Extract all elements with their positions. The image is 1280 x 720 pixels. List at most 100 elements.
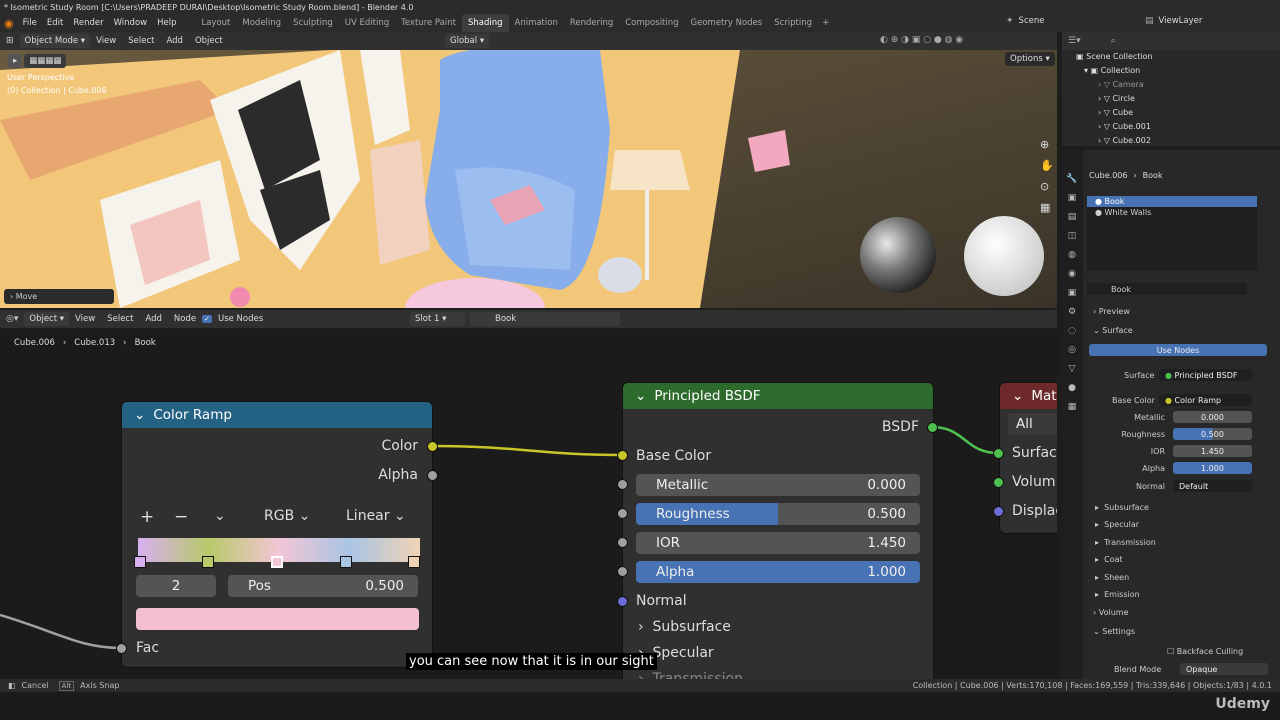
outliner-search-icon[interactable]: ⌕ — [1111, 36, 1116, 46]
ramp-stop-3[interactable] — [340, 556, 352, 568]
section-coat[interactable]: ▸ Coat — [1095, 551, 1156, 568]
tab-animation[interactable]: Animation — [509, 14, 564, 32]
prop-roughness-field[interactable]: 0.500 — [1173, 428, 1252, 440]
principled-bsdf-node[interactable]: ⌄ Principled BSDF BSDF Base Color Metall… — [623, 383, 933, 679]
blender-logo-icon[interactable]: ◉ — [0, 17, 18, 30]
alpha-output-socket[interactable] — [427, 470, 438, 481]
add-workspace-icon[interactable]: + — [818, 18, 834, 28]
viewlayer-selector[interactable]: ▤ ViewLayer — [1145, 16, 1202, 26]
orientation-dropdown[interactable]: Global ▾ — [445, 34, 490, 48]
ramp-menu-chevron-icon[interactable]: ⌄ — [214, 508, 226, 524]
ne-menu-node[interactable]: Node — [168, 314, 202, 324]
roughness-field[interactable]: Roughness 0.500 — [636, 503, 920, 525]
material-selector[interactable]: Book — [470, 312, 620, 326]
color-ramp-node[interactable]: ⌄ Color Ramp Color Alpha + − ⌄ RGB ⌄ Lin… — [122, 402, 432, 667]
tab-layout[interactable]: Layout — [195, 14, 236, 32]
material-slot-item[interactable]: ● Book — [1087, 196, 1257, 207]
stop-color-swatch[interactable] — [136, 608, 419, 630]
metallic-field[interactable]: Metallic 0.000 — [636, 474, 920, 496]
fac-input-socket[interactable] — [116, 643, 127, 654]
section-transmission[interactable]: ▸ Transmission — [1095, 534, 1156, 551]
vp-menu-object[interactable]: Object — [189, 36, 229, 46]
section-sheen[interactable]: ▸ Sheen — [1095, 569, 1156, 586]
menu-render[interactable]: Render — [68, 18, 108, 28]
outliner-row[interactable]: › ▽ Camera — [1076, 78, 1280, 92]
tab-sculpting[interactable]: Sculpting — [287, 14, 339, 32]
ramp-stop-4[interactable] — [408, 556, 420, 568]
backface-culling-checkbox[interactable]: ☐ Backface Culling — [1167, 647, 1243, 656]
node-editor[interactable]: Cube.006 › Cube.013 › Book ⌄ Color Ramp Co… — [0, 333, 1057, 679]
nav-gizmo-icons[interactable]: ⊕ ✋ ⊙ ▦ — [1040, 134, 1054, 218]
tab-rendering[interactable]: Rendering — [564, 14, 619, 32]
position-field[interactable]: Pos 0.500 — [228, 575, 418, 597]
outliner-type-icon[interactable]: ☰▾ — [1068, 36, 1081, 46]
vp-menu-view[interactable]: View — [90, 36, 122, 46]
metallic-socket[interactable] — [617, 479, 628, 490]
properties-tabs[interactable]: 🔧 ▣ ▤ ◫ ◍ ◉ ▣ ⚙ ◌ ◎ ▽ ● ▦ — [1062, 150, 1082, 680]
tab-shading[interactable]: Shading — [461, 14, 509, 32]
bsdf-header[interactable]: ⌄ Principled BSDF — [623, 383, 933, 409]
tab-uv-editing[interactable]: UV Editing — [339, 14, 395, 32]
ramp-stops[interactable] — [134, 550, 424, 568]
ne-menu-select[interactable]: Select — [101, 314, 139, 324]
outliner[interactable]: ☰▾ ⌕ ▣ Scene Collection ▾ ▣ Collection ›… — [1062, 32, 1280, 146]
color-output-socket[interactable] — [427, 441, 438, 452]
blend-mode-dropdown[interactable]: Opaque — [1180, 663, 1268, 675]
ne-menu-view[interactable]: View — [69, 314, 101, 324]
use-nodes-checkbox[interactable]: ✓ — [202, 315, 212, 323]
prop-metallic-field[interactable]: 0.000 — [1173, 411, 1252, 423]
menu-file[interactable]: File — [18, 18, 42, 28]
active-stop-index-field[interactable]: 2 — [136, 575, 216, 597]
3d-viewport[interactable]: ▸ ▦▦▦▦ User Perspective (0) Collection |… — [0, 50, 1057, 308]
prop-alpha-field[interactable]: 1.000 — [1173, 462, 1252, 474]
alpha-socket[interactable] — [617, 566, 628, 577]
add-stop-button[interactable]: + — [140, 507, 154, 527]
volume-socket[interactable] — [993, 477, 1004, 488]
use-nodes-button[interactable]: Use Nodes — [1089, 344, 1267, 356]
color-mode-dropdown[interactable]: RGB ⌄ — [264, 508, 310, 524]
bsdf-output-socket[interactable] — [927, 422, 938, 433]
ne-menu-add[interactable]: Add — [139, 314, 167, 324]
color-ramp-header[interactable]: ⌄ Color Ramp — [122, 402, 432, 428]
shading-modes-icon[interactable]: ◐ ⊕ ◑ ▣ ○ ● ◍ ◉ — [880, 35, 963, 45]
tab-compositing[interactable]: Compositing — [619, 14, 684, 32]
transmission-panel[interactable]: › Transmission — [638, 671, 743, 679]
scene-collection-row[interactable]: ▣ Scene Collection — [1076, 50, 1280, 64]
prop-ior-field[interactable]: 1.450 — [1173, 445, 1252, 457]
editor-type-icon[interactable]: ⊞ — [0, 36, 20, 46]
tab-texture-paint[interactable]: Texture Paint — [395, 14, 462, 32]
displacement-socket[interactable] — [993, 506, 1004, 517]
settings-panel[interactable]: ⌄ Settings — [1093, 627, 1135, 636]
properties-panel[interactable]: Cube.006 › Book ● Book ● White Walls Book … — [1083, 150, 1280, 680]
ior-socket[interactable] — [617, 537, 628, 548]
select-tools[interactable]: ▸ ▦▦▦▦ — [8, 54, 67, 68]
node-editor-type-icon[interactable]: ◎▾ — [0, 314, 24, 324]
material-slot-list[interactable]: ● Book ● White Walls — [1087, 196, 1257, 271]
alpha-field[interactable]: Alpha 1.000 — [636, 561, 920, 583]
tab-scripting[interactable]: Scripting — [768, 14, 818, 32]
tab-modeling[interactable]: Modeling — [236, 14, 287, 32]
section-specular[interactable]: ▸ Specular — [1095, 516, 1156, 533]
menu-edit[interactable]: Edit — [42, 18, 68, 28]
ramp-stop-1[interactable] — [202, 556, 214, 568]
outliner-row[interactable]: › ▽ Cube — [1076, 106, 1280, 120]
target-dropdown[interactable]: All — [1008, 413, 1057, 435]
surface-shader-field[interactable]: ● Principled BSDF — [1159, 369, 1252, 381]
slot-dropdown[interactable]: Slot 1 ▾ — [410, 312, 465, 326]
mat-collapse-icon[interactable]: ⌄ — [1012, 388, 1023, 404]
base-color-socket[interactable] — [617, 450, 628, 461]
subsurface-panel[interactable]: › Subsurface — [638, 619, 731, 635]
normal-socket[interactable] — [617, 596, 628, 607]
mode-dropdown[interactable]: Object Mode ▾ — [19, 34, 91, 48]
ramp-stop-0[interactable] — [134, 556, 146, 568]
ramp-stop-2[interactable] — [271, 556, 283, 568]
surface-panel[interactable]: ⌄ Surface — [1093, 326, 1133, 335]
options-button[interactable]: Options ▾ — [1005, 52, 1055, 66]
vp-menu-select[interactable]: Select — [122, 36, 160, 46]
preview-panel[interactable]: › Preview — [1093, 307, 1130, 316]
menu-window[interactable]: Window — [109, 18, 153, 28]
material-name-field[interactable]: Book — [1087, 283, 1247, 295]
outliner-row[interactable]: › ▽ Cube.002 — [1076, 134, 1280, 148]
section-subsurface[interactable]: ▸ Subsurface — [1095, 499, 1156, 516]
vp-menu-add[interactable]: Add — [160, 36, 188, 46]
